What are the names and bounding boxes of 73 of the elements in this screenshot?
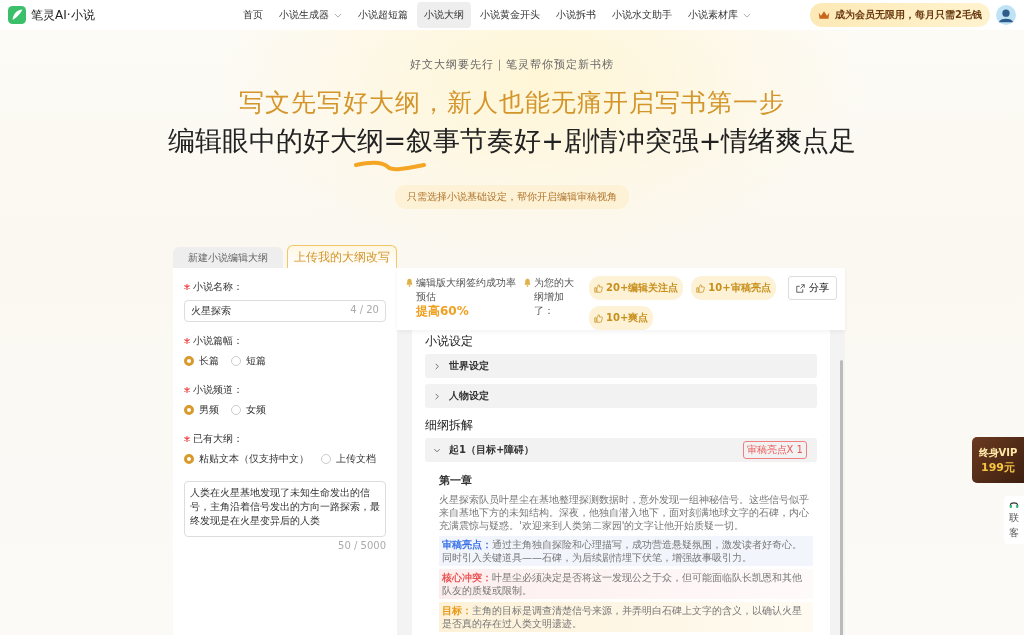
subheadline: 编辑眼中的好大纲=叙事节奏好+剧情冲突强+情绪爽点足 — [167, 124, 857, 158]
added-label: 为您的大纲增加了： — [534, 276, 575, 318]
section-title: 细纲拆解 — [425, 417, 474, 434]
rate-highlight: 提高60% — [416, 304, 469, 318]
chevron-down-icon[interactable] — [742, 12, 751, 18]
membership-promo-button[interactable]: 成为会员无限用，每月只需2毛钱 — [810, 3, 990, 27]
char-counter: 50 / 5000 — [337, 540, 386, 551]
collapse-label: 人物设定 — [449, 389, 489, 403]
chevron-down-icon — [433, 448, 441, 452]
contact-text[interactable]: 客 — [1009, 526, 1019, 540]
crown-icon — [818, 10, 831, 20]
field-label: 小说名称： — [193, 280, 243, 294]
logo-text[interactable]: 笔灵AI·小说 — [31, 6, 95, 24]
headset-icon[interactable] — [1009, 500, 1019, 510]
scrollbar[interactable] — [840, 360, 843, 635]
radio-label[interactable]: 女频 — [246, 403, 266, 417]
nav-item[interactable]: 小说生成器 — [271, 2, 349, 28]
collapse-label: 世界设定 — [449, 359, 489, 373]
radio-label[interactable]: 男频 — [199, 403, 219, 417]
headline: 写文先写好大纲，新人也能无痛开启写书第一步 — [239, 87, 785, 119]
feature-tag: 20+编辑关注点 — [589, 276, 684, 300]
radio-button[interactable] — [184, 454, 194, 464]
radio-label[interactable]: 长篇 — [199, 354, 219, 368]
tab[interactable]: 新建小说编辑大纲 — [173, 247, 283, 268]
rate-text: 编辑版大纲签约成功率预估 — [416, 276, 517, 304]
avatar-icon[interactable] — [996, 5, 1016, 25]
chevron-right-icon — [435, 392, 439, 400]
tagline: 好文大纲要先行｜笔灵帮你预定新书榜 — [410, 57, 614, 72]
bell-icon — [405, 278, 414, 287]
radio-label[interactable]: 粘贴文本（仅支持中文） — [199, 452, 309, 466]
collapse-label: 起1（目标+障碍） — [449, 443, 535, 457]
hint-pill: 只需选择小说基础设定，帮你开启编辑审稿视角 — [395, 185, 629, 209]
chapter-summary: 火星探索队员叶星尘在基地整理探测数据时，意外发现一组神秘信号。这些信号似乎来自基地下方的未知结构。深夜，他独自潜入地下，面对刻满地球文字的石碑，内心充满震惊与疑惑。'欢迎来到人类第二家园'的文字让他开始质疑一切。 — [439, 493, 810, 532]
nav-item[interactable]: 小说水文助手 — [604, 2, 679, 28]
highlight-badge: 审稿亮点X 1 — [742, 441, 807, 459]
thumbs-up-icon — [696, 283, 706, 293]
collapse-header[interactable]: 人物设定 — [425, 384, 817, 408]
char-counter: 4 / 20 — [350, 304, 379, 317]
chevron-down-icon[interactable] — [333, 12, 342, 18]
field-label: 已有大纲： — [193, 432, 243, 446]
radio-button[interactable] — [184, 405, 194, 415]
field-label: 小说频道： — [193, 383, 243, 397]
vip-badge[interactable]: 终身VIP 199元 — [972, 437, 1024, 483]
collapse-header[interactable]: 起1（目标+障碍） 审稿亮点X 1 — [425, 438, 817, 462]
nav-item[interactable]: 小说大纲 — [416, 2, 471, 28]
note-block: 审稿亮点：通过主角独自探险和心理描写，成功营造悬疑氛围，激发读者好奇心。同时引入关键道具——石碑，为后续剧情埋下伏笔，增强故事吸引力。 — [439, 536, 813, 566]
thumbs-up-icon — [594, 313, 603, 323]
share-icon — [796, 283, 805, 293]
nav-item[interactable]: 小说超短篇 — [350, 2, 415, 28]
nav-item[interactable]: 小说拆书 — [548, 2, 603, 28]
radio-label[interactable]: 短篇 — [246, 354, 266, 368]
chapter-title: 第一章 — [439, 473, 473, 488]
share-button[interactable]: 分享 — [788, 276, 837, 300]
field-label: 小说篇幅： — [193, 334, 243, 348]
feature-tag: 10+爽点 — [589, 306, 654, 330]
radio-button[interactable] — [184, 356, 194, 366]
nav-item[interactable]: 小说素材库 — [680, 2, 758, 28]
collapse-header[interactable]: 世界设定 — [425, 354, 817, 378]
section-title: 小说设定 — [425, 333, 474, 350]
nav-item[interactable]: 小说黄金开头 — [472, 2, 547, 28]
outline-text-area[interactable]: 人类在火星基地发现了未知生命发出的信号，主角沿着信号发出的方向一路探索，最终发现是在火星变异后的人类 — [184, 481, 386, 537]
logo-icon — [8, 6, 26, 24]
feature-tag: 10+审稿亮点 — [691, 276, 776, 300]
chevron-right-icon — [435, 362, 439, 370]
nav-item[interactable]: 首页 — [235, 2, 270, 28]
contact-text[interactable]: 联 — [1009, 511, 1019, 525]
note-block: 目标：主角的目标是调查清楚信号来源，并弄明白石碑上文字的含义，以确认火星是否真的存在过人类文明遗迹。 — [439, 602, 813, 632]
name-input-field[interactable]: 火星探索 4 / 20 — [184, 300, 386, 322]
bell-icon — [523, 278, 532, 287]
thumbs-up-icon — [594, 283, 603, 293]
input-value: 火星探索 — [191, 304, 231, 318]
radio-label[interactable]: 上传文档 — [336, 452, 376, 466]
note-block: 核心冲突：叶星尘必须决定是否将这一发现公之于众，但可能面临队长凯恩和其他队友的质疑或限制。 — [439, 569, 813, 599]
